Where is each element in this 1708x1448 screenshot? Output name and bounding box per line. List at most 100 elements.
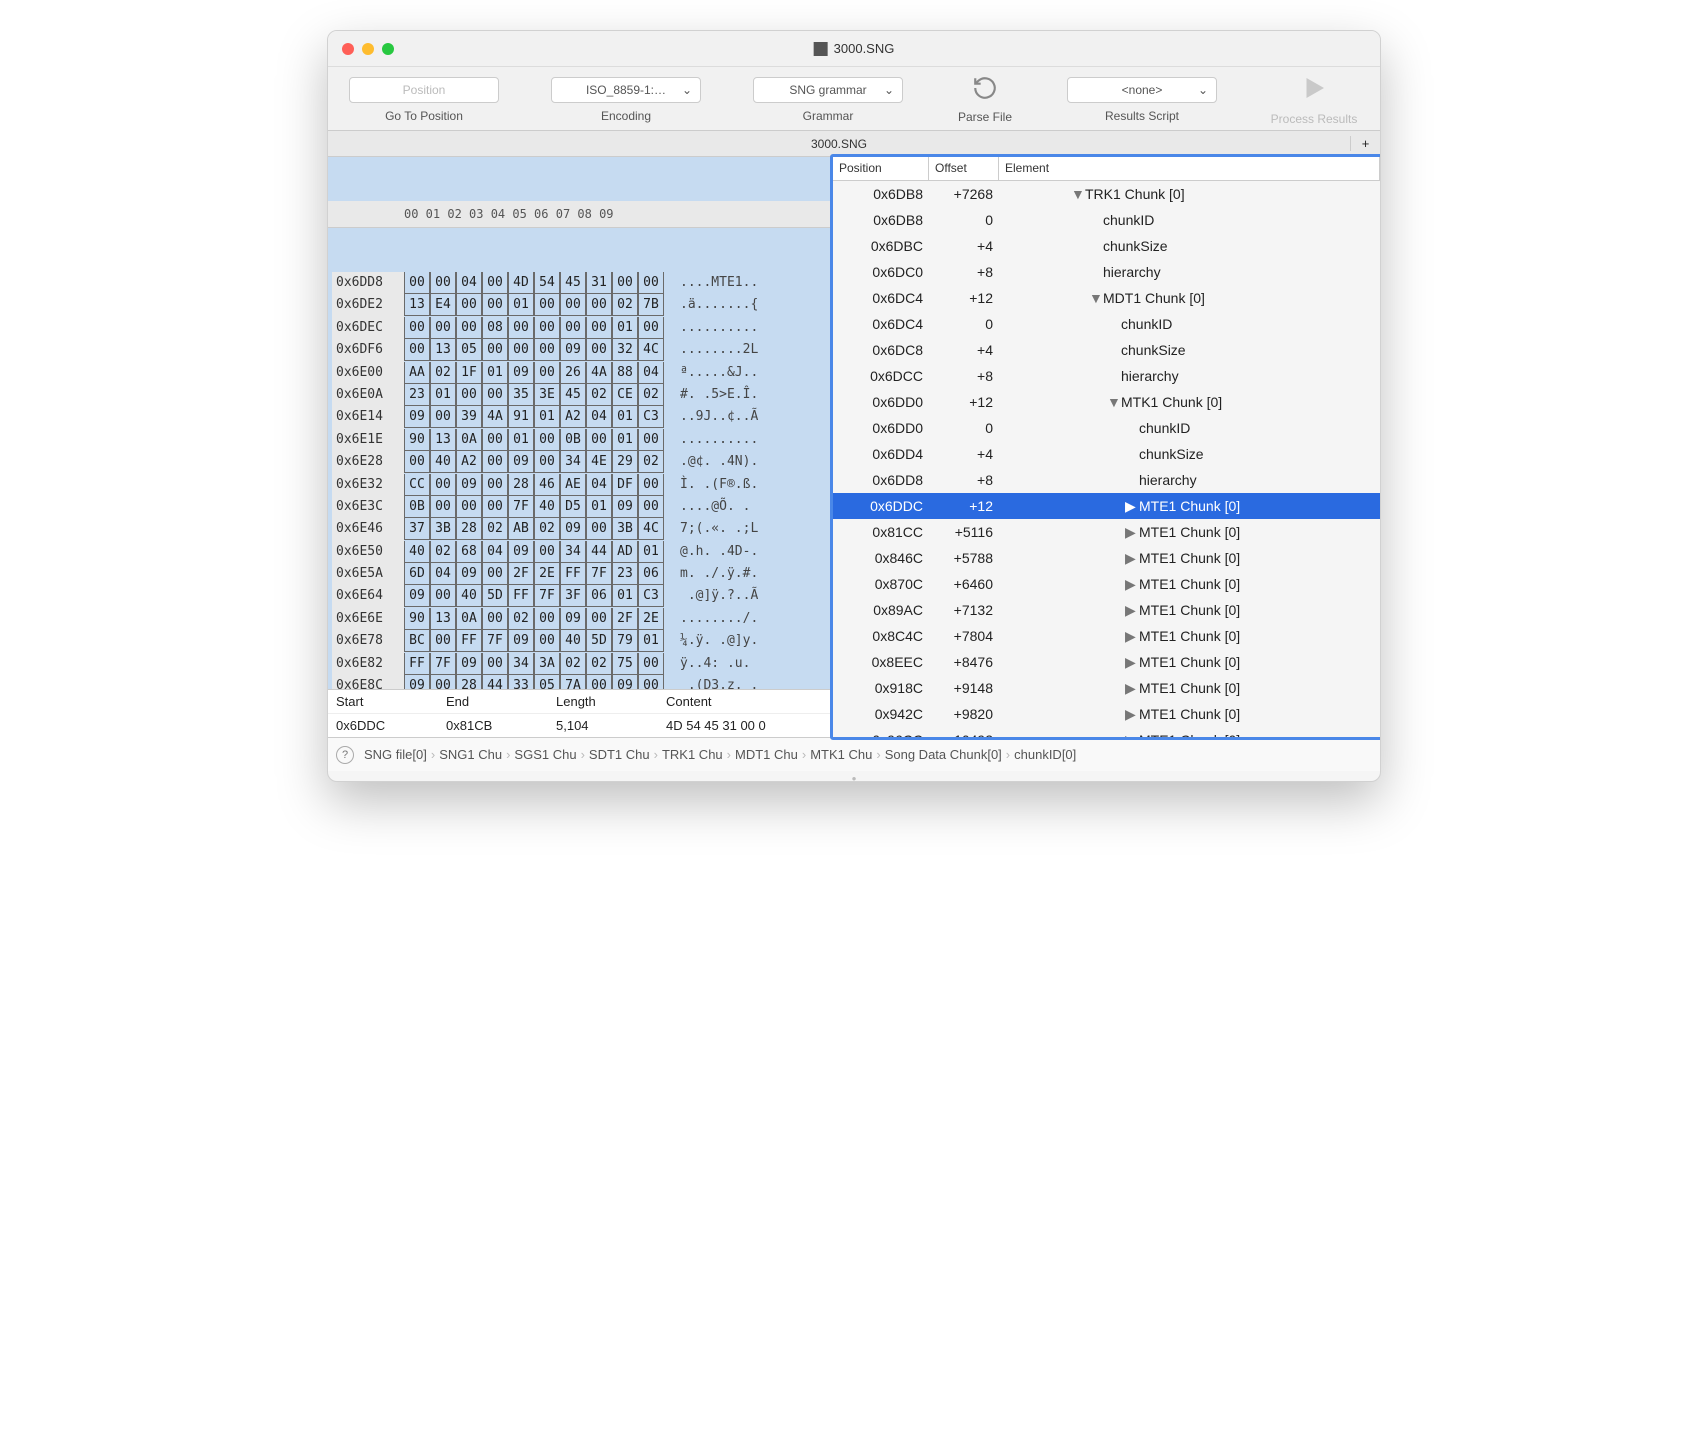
tree-header-offset[interactable]: Offset bbox=[929, 157, 999, 180]
minimize-icon[interactable] bbox=[362, 43, 374, 55]
tree-row[interactable]: 0x942C+9820▶MTE1 Chunk [0] bbox=[833, 701, 1380, 727]
tree-row[interactable]: 0x6DC0+8hierarchy bbox=[833, 259, 1380, 285]
hex-row[interactable]: 0x6E78BC00FF7F0900405D7901¼.ÿ. .@]y. bbox=[332, 630, 832, 652]
hex-bytes[interactable]: BC00FF7F0900405D7901 bbox=[404, 630, 674, 652]
hex-row[interactable]: 0x6E32CC0009002846AE04DF00Ì. .(F®.ß. bbox=[332, 474, 832, 496]
hex-bytes[interactable]: 0040A2000900344E2902 bbox=[404, 451, 674, 473]
caret-icon[interactable]: ▶ bbox=[1125, 524, 1139, 541]
encoding-select[interactable]: ISO_8859-1:… bbox=[551, 77, 701, 103]
hex-row[interactable]: 0x6E3C0B0000007F40D5010900....@Õ. . bbox=[332, 496, 832, 518]
hex-bytes[interactable]: 13E4000001000000027B bbox=[404, 294, 674, 316]
hex-bytes[interactable]: AA021F010900264A8804 bbox=[404, 362, 674, 384]
caret-icon[interactable]: ▶ bbox=[1125, 498, 1139, 515]
hex-row[interactable]: 0x6DF60013050000000900324C........2L bbox=[332, 339, 832, 361]
breadcrumb[interactable]: TRK1 Chu bbox=[662, 747, 723, 762]
grammar-select[interactable]: SNG grammar bbox=[753, 77, 903, 103]
tree-row[interactable]: 0x6DD00chunkID bbox=[833, 415, 1380, 441]
hex-row[interactable]: 0x6DD8000004004D5445310000....MTE1.. bbox=[332, 272, 832, 294]
position-button[interactable]: Position bbox=[349, 77, 499, 103]
caret-icon[interactable]: ▼ bbox=[1071, 186, 1085, 202]
help-icon[interactable]: ? bbox=[336, 746, 354, 764]
hex-bytes[interactable]: 23010000353E4502CE02 bbox=[404, 384, 674, 406]
hex-bytes[interactable]: CC0009002846AE04DF00 bbox=[404, 474, 674, 496]
hex-row[interactable]: 0x6E280040A2000900344E2902.@¢. .4N). bbox=[332, 451, 832, 473]
tree-row[interactable]: 0x89AC+7132▶MTE1 Chunk [0] bbox=[833, 597, 1380, 623]
refresh-icon[interactable] bbox=[972, 75, 998, 104]
hex-row[interactable]: 0x6DE213E4000001000000027B.ä.......{ bbox=[332, 294, 832, 316]
hex-row[interactable]: 0x6E8C0900284433057A000900 .(D3.z. . bbox=[332, 675, 832, 689]
tree-row[interactable]: 0x6DDC+12▶MTE1 Chunk [0] bbox=[833, 493, 1380, 519]
tree-row[interactable]: 0x96CC+10492▶MTE1 Chunk [0] bbox=[833, 727, 1380, 737]
play-icon[interactable] bbox=[1299, 73, 1329, 106]
tree-row[interactable]: 0x6DC8+4chunkSize bbox=[833, 337, 1380, 363]
hex-row[interactable]: 0x6E5A6D0409002F2EFF7F2306m. ./.ÿ.#. bbox=[332, 563, 832, 585]
breadcrumb[interactable]: SNG file[0] bbox=[364, 747, 427, 762]
tree-row[interactable]: 0x870C+6460▶MTE1 Chunk [0] bbox=[833, 571, 1380, 597]
breadcrumb[interactable]: Song Data Chunk[0] bbox=[885, 747, 1002, 762]
caret-icon[interactable]: ▶ bbox=[1125, 732, 1139, 738]
hex-row[interactable]: 0x6E1E90130A0001000B000100.......... bbox=[332, 429, 832, 451]
caret-icon[interactable]: ▼ bbox=[1089, 290, 1103, 306]
tree-row[interactable]: 0x6DD0+12▼MTK1 Chunk [0] bbox=[833, 389, 1380, 415]
tree-header-position[interactable]: Position bbox=[833, 157, 929, 180]
hex-row[interactable]: 0x6E00AA021F010900264A8804ª.....&J.. bbox=[332, 362, 832, 384]
hex-bytes[interactable]: 0900394A9101A20401C3 bbox=[404, 406, 674, 428]
hex-bytes[interactable]: 4002680409003444AD01 bbox=[404, 541, 674, 563]
zoom-icon[interactable] bbox=[382, 43, 394, 55]
breadcrumb[interactable]: MTK1 Chu bbox=[810, 747, 872, 762]
tree-row[interactable]: 0x6DB8+7268▼TRK1 Chunk [0] bbox=[833, 181, 1380, 207]
hex-bytes[interactable]: 6D0409002F2EFF7F2306 bbox=[404, 563, 674, 585]
breadcrumb[interactable]: SGS1 Chu bbox=[514, 747, 576, 762]
hex-row[interactable]: 0x6E640900405DFF7F3F0601C3 .@]ÿ.?..Ã bbox=[332, 585, 832, 607]
close-icon[interactable] bbox=[342, 43, 354, 55]
tree-row[interactable]: 0x6DD8+8hierarchy bbox=[833, 467, 1380, 493]
caret-icon[interactable]: ▶ bbox=[1125, 654, 1139, 671]
tree-row[interactable]: 0x846C+5788▶MTE1 Chunk [0] bbox=[833, 545, 1380, 571]
tree-row[interactable]: 0x81CC+5116▶MTE1 Chunk [0] bbox=[833, 519, 1380, 545]
hex-bytes[interactable]: FF7F0900343A02027500 bbox=[404, 653, 674, 675]
tree-row[interactable]: 0x6DC4+12▼MDT1 Chunk [0] bbox=[833, 285, 1380, 311]
script-label: Results Script bbox=[1105, 109, 1179, 123]
caret-icon[interactable]: ▶ bbox=[1125, 706, 1139, 723]
breadcrumb[interactable]: SDT1 Chu bbox=[589, 747, 650, 762]
tab-add-button[interactable]: + bbox=[1350, 136, 1380, 151]
hex-row[interactable]: 0x6E46373B2802AB0209003B4C7;(.«. .;L bbox=[332, 518, 832, 540]
hex-row[interactable]: 0x6E504002680409003444AD01@.h. .4D-. bbox=[332, 541, 832, 563]
caret-icon[interactable]: ▶ bbox=[1125, 680, 1139, 697]
tree-header-element[interactable]: Element bbox=[999, 157, 1380, 180]
tree-row[interactable]: 0x6DBC+4chunkSize bbox=[833, 233, 1380, 259]
hex-row[interactable]: 0x6E140900394A9101A20401C3..9J..¢..Ã bbox=[332, 406, 832, 428]
breadcrumb[interactable]: MDT1 Chu bbox=[735, 747, 798, 762]
hex-ascii: 7;(.«. .;L bbox=[674, 518, 758, 540]
tree-row[interactable]: 0x918C+9148▶MTE1 Chunk [0] bbox=[833, 675, 1380, 701]
tree-row[interactable]: 0x6DD4+4chunkSize bbox=[833, 441, 1380, 467]
tab-current[interactable]: 3000.SNG bbox=[328, 137, 1350, 151]
hex-row[interactable]: 0x6E6E90130A00020009002F2E......../. bbox=[332, 608, 832, 630]
caret-icon[interactable]: ▶ bbox=[1125, 550, 1139, 567]
hex-bytes[interactable]: 373B2802AB0209003B4C bbox=[404, 518, 674, 540]
hex-row[interactable]: 0x6E82FF7F0900343A02027500ÿ..4: .u. bbox=[332, 653, 832, 675]
script-select[interactable]: <none> bbox=[1067, 77, 1217, 103]
tree-row[interactable]: 0x6DC40chunkID bbox=[833, 311, 1380, 337]
hex-bytes[interactable]: 0900284433057A000900 bbox=[404, 675, 674, 689]
hex-bytes[interactable]: 0B0000007F40D5010900 bbox=[404, 496, 674, 518]
hex-bytes[interactable]: 000004004D5445310000 bbox=[404, 272, 674, 294]
tree-row[interactable]: 0x8EEC+8476▶MTE1 Chunk [0] bbox=[833, 649, 1380, 675]
tree-row[interactable]: 0x6DCC+8hierarchy bbox=[833, 363, 1380, 389]
breadcrumb[interactable]: SNG1 Chu bbox=[439, 747, 502, 762]
breadcrumb[interactable]: chunkID[0] bbox=[1014, 747, 1076, 762]
tree-row[interactable]: 0x6DB80chunkID bbox=[833, 207, 1380, 233]
hex-bytes[interactable]: 90130A00020009002F2E bbox=[404, 608, 674, 630]
caret-icon[interactable]: ▶ bbox=[1125, 576, 1139, 593]
hex-row[interactable]: 0x6DEC00000008000000000100.......... bbox=[332, 317, 832, 339]
hex-bytes[interactable]: 0013050000000900324C bbox=[404, 339, 674, 361]
tree-row[interactable]: 0x8C4C+7804▶MTE1 Chunk [0] bbox=[833, 623, 1380, 649]
caret-icon[interactable]: ▼ bbox=[1107, 394, 1121, 410]
titlebar[interactable]: 3000.SNG bbox=[328, 31, 1380, 67]
hex-bytes[interactable]: 0900405DFF7F3F0601C3 bbox=[404, 585, 674, 607]
hex-bytes[interactable]: 90130A0001000B000100 bbox=[404, 429, 674, 451]
caret-icon[interactable]: ▶ bbox=[1125, 602, 1139, 619]
caret-icon[interactable]: ▶ bbox=[1125, 628, 1139, 645]
hex-bytes[interactable]: 00000008000000000100 bbox=[404, 317, 674, 339]
hex-row[interactable]: 0x6E0A23010000353E4502CE02#. .5>E.Î. bbox=[332, 384, 832, 406]
